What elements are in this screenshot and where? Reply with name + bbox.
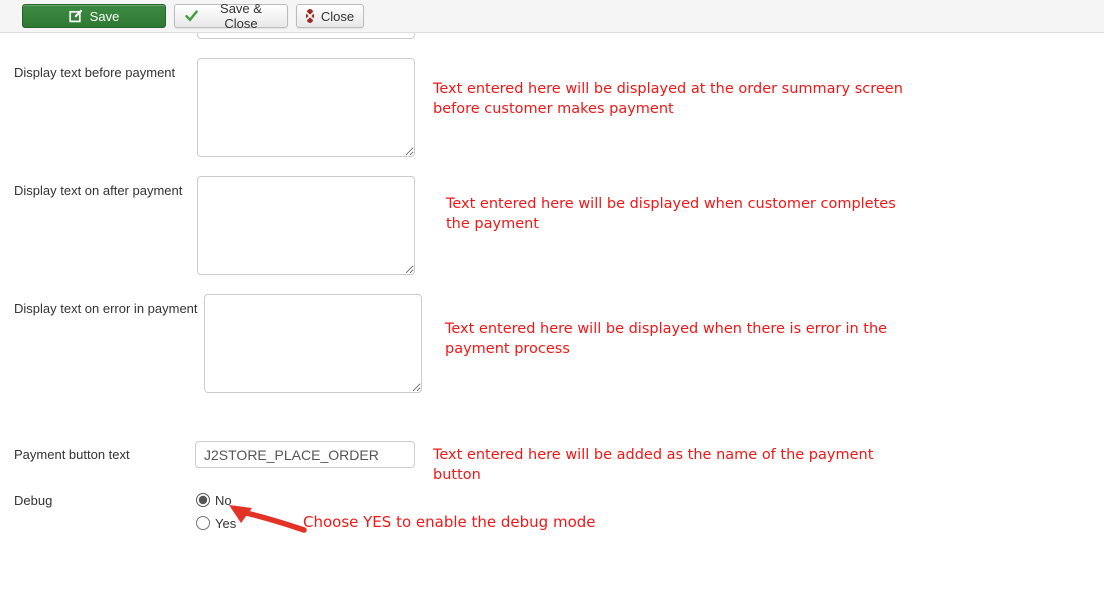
annotation-arrow [226, 499, 311, 537]
note-line: button [433, 466, 481, 483]
textarea-cutoff-above[interactable] [197, 33, 415, 39]
note-before-payment: Text entered here will be displayed at t… [433, 80, 903, 119]
note-debug: Choose YES to enable the debug mode [303, 513, 596, 531]
save-and-close-button[interactable]: Save & Close [174, 1, 288, 31]
close-button[interactable]: Close [296, 4, 364, 28]
label-payment-button-text: Payment button text [14, 447, 130, 462]
save-pencil-square-icon [69, 9, 83, 23]
label-display-text-error-payment: Display text on error in payment [14, 301, 198, 316]
save-button[interactable]: Save [22, 4, 166, 28]
close-icon [305, 9, 314, 23]
label-display-text-after-payment: Display text on after payment [14, 183, 183, 198]
note-line: Text entered here will be displayed when… [445, 321, 888, 337]
toolbar: Save Save & Close Close [0, 0, 1104, 33]
debug-radio-no[interactable] [196, 493, 210, 507]
debug-radio-yes[interactable] [196, 516, 210, 530]
label-display-text-before-payment: Display text before payment [14, 65, 176, 80]
note-line: Text entered here will be displayed when… [446, 196, 896, 212]
display-text-after-payment-textarea[interactable] [197, 176, 415, 275]
note-payment-button-text: Text entered here will be added as the n… [433, 446, 873, 485]
note-line: the payment [446, 215, 539, 232]
note-line: before customer makes payment [433, 100, 674, 117]
payment-button-text-input[interactable] [195, 441, 415, 468]
label-debug: Debug [14, 493, 53, 508]
display-text-before-payment-textarea[interactable] [197, 58, 415, 157]
note-line: payment process [445, 340, 570, 357]
save-and-close-button-label: Save & Close [220, 1, 262, 31]
note-error-payment: Text entered here will be displayed when… [445, 320, 887, 359]
save-button-label: Save [89, 8, 120, 24]
check-icon [185, 10, 198, 22]
close-button-label: Close [320, 8, 355, 24]
plugin-settings-page: { "toolbar": { "save_label": "Save", "sa… [0, 0, 1104, 592]
note-after-payment: Text entered here will be displayed when… [446, 195, 896, 234]
display-text-error-payment-textarea[interactable] [204, 294, 422, 393]
note-line: Text entered here will be displayed at t… [433, 81, 903, 97]
note-line: Text entered here will be added as the n… [433, 447, 874, 463]
